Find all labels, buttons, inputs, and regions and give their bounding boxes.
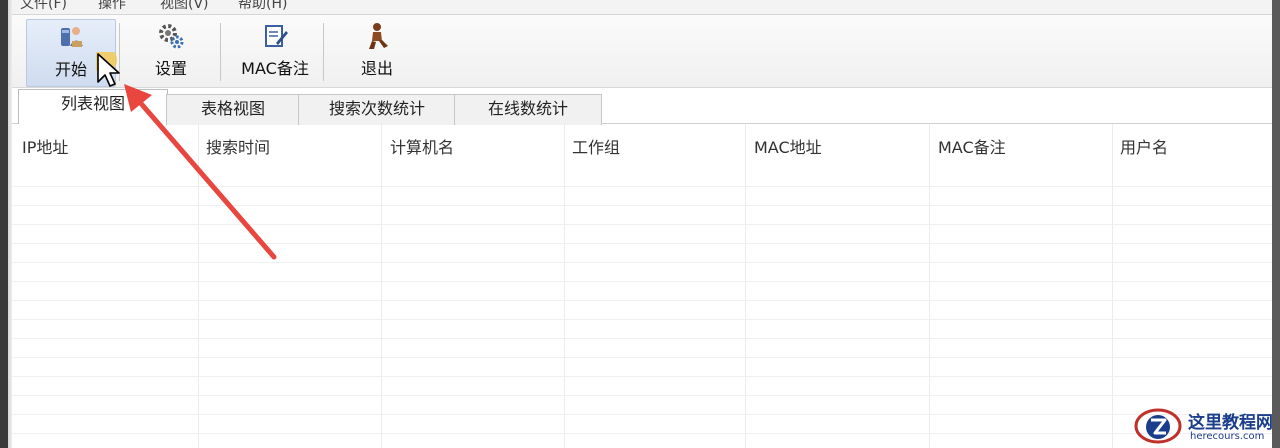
column-divider (381, 124, 382, 448)
column-header-mac-address[interactable]: MAC地址 (754, 134, 822, 158)
column-divider (745, 124, 746, 448)
toolbar-separator (323, 23, 324, 81)
exit-button-label: 退出 (360, 59, 393, 78)
column-header-workgroup[interactable]: 工作组 (572, 134, 620, 158)
mouse-cursor-icon (96, 52, 120, 87)
row-grid-line (12, 300, 1272, 301)
row-grid-line (12, 319, 1272, 320)
watermark-url: herecours.com (1190, 431, 1265, 442)
column-divider (564, 124, 565, 448)
row-grid-line (12, 357, 1272, 358)
column-header-computer-name[interactable]: 计算机名 (390, 134, 454, 158)
watermark-logo-icon (1134, 408, 1182, 444)
row-grid-line (12, 414, 1272, 415)
row-grid-line (12, 376, 1272, 377)
column-divider (929, 124, 930, 448)
column-header-username[interactable]: 用户名 (1120, 134, 1168, 158)
row-grid-line (12, 395, 1272, 396)
row-grid-line (12, 281, 1272, 282)
site-watermark: 这里教程网 herecours.com (1130, 404, 1280, 448)
window-frame-right (1272, 0, 1280, 448)
column-divider (1112, 124, 1113, 448)
exit-icon (369, 23, 388, 49)
watermark-title: 这里教程网 (1188, 413, 1273, 433)
row-grid-line (12, 338, 1272, 339)
annotation-arrow (124, 84, 277, 260)
tab-online-count-stats[interactable]: 在线数统计 (454, 94, 602, 125)
exit-button[interactable]: 退出 (342, 19, 412, 85)
column-header-mac-note[interactable]: MAC备注 (938, 134, 1006, 158)
tab-search-count-stats[interactable]: 搜索次数统计 (298, 94, 456, 125)
row-grid-line (12, 433, 1272, 434)
